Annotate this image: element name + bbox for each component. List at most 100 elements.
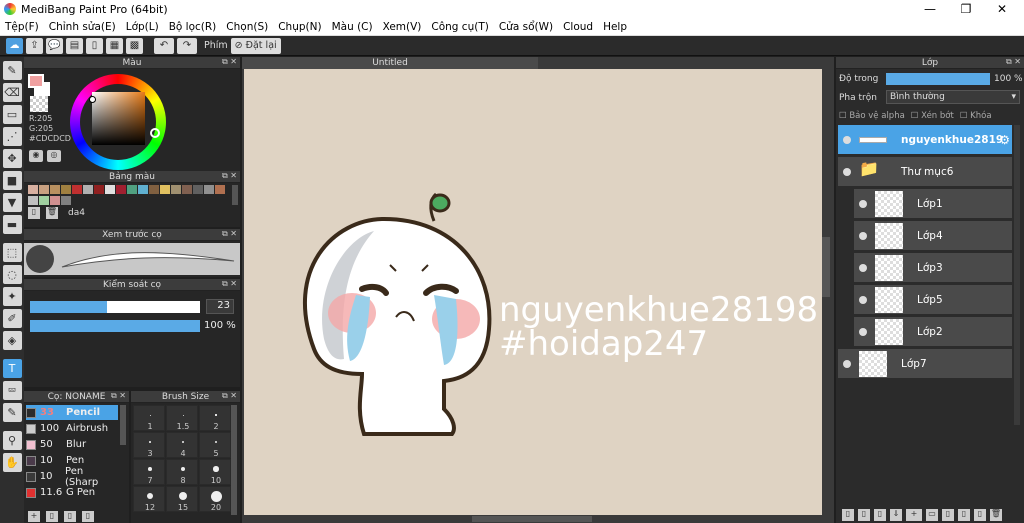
layer-row[interactable]: Lớp3 [854,253,1012,283]
add-layer-menu-icon[interactable]: + [906,509,922,521]
canvas-vertical-scrollbar[interactable] [822,237,830,297]
menu-tools[interactable]: Công cụ(T) [426,21,493,33]
visibility-eye-icon[interactable] [859,327,867,336]
canvas-tab[interactable]: Untitled [242,57,538,69]
visibility-eye-icon[interactable] [843,167,851,176]
size-value-field[interactable]: 23 [206,299,234,314]
palette-swatch[interactable] [149,185,159,194]
panel-controls-icon[interactable]: ⧉ ✕ [222,391,237,401]
hand-tool-icon[interactable]: ✋ [2,453,22,472]
panel-controls-icon[interactable]: ⧉ ✕ [222,57,237,67]
menu-layer[interactable]: Lớp(L) [121,21,164,33]
minimize-button[interactable]: — [912,0,948,18]
brush-list-item[interactable]: 100 Airbrush [26,421,118,436]
transparent-color-swatch[interactable] [30,96,48,112]
lasso-tool-icon[interactable]: ◌ [2,265,22,284]
palette-swatch[interactable] [50,185,60,194]
delete-layer-icon[interactable]: 🗑 [990,509,1002,521]
magic-wand-tool-icon[interactable]: ✦ [2,287,22,306]
tiles-icon[interactable]: ▩ [126,37,143,54]
palette-swatch[interactable] [193,185,203,194]
saturation-value-square[interactable] [92,92,145,145]
share-icon[interactable]: ⇪ [26,37,43,54]
layer-scrollbar[interactable] [1014,125,1020,425]
brush-size-cell[interactable]: 3 [133,432,165,458]
menu-view[interactable]: Xem(V) [378,21,427,33]
folder-icon[interactable]: ▭ [926,509,938,521]
layer-row[interactable]: Lớp7 [838,349,1012,379]
palette-swatch[interactable] [28,185,38,194]
visibility-eye-icon[interactable] [859,231,867,240]
layer-row[interactable]: Lớp2 [854,317,1012,347]
menu-color[interactable]: Màu (C) [327,21,378,33]
hue-picker-handle[interactable] [150,128,160,138]
maximize-button[interactable]: ❐ [948,0,984,18]
page-icon[interactable]: ▯ [86,37,103,54]
color-mode-icon[interactable]: ◎ [47,150,61,162]
brush-copy-icon[interactable]: ▯ [64,511,76,522]
palette-swatch[interactable] [50,196,60,205]
select-tool-icon[interactable]: ⬚ [2,243,22,262]
visibility-eye-icon[interactable] [859,295,867,304]
canvas-horizontal-scrollbar[interactable] [472,516,592,522]
brush-size-cell[interactable]: 8 [166,459,198,485]
clipping-checkbox[interactable]: ☐ Xén bớt [911,111,954,121]
eyedropper-tool-icon[interactable]: ⚲ [2,431,22,450]
brush-tool-icon[interactable]: ✎ [2,61,22,80]
grid-icon[interactable]: ▦ [106,37,123,54]
menu-select[interactable]: Chọn(S) [221,21,273,33]
layer-row[interactable]: nguyenkhue2819 ⚙ [838,125,1012,155]
brush-size-cell[interactable]: 2 [199,405,231,431]
panel-controls-icon[interactable]: ⧉ ✕ [1006,57,1021,67]
palette-swatch[interactable] [204,185,214,194]
menu-help[interactable]: Help [598,21,632,33]
drawing-canvas[interactable]: nguyenkhue28198 #hoidap247 [244,69,822,515]
rectangle-tool-icon[interactable]: ▭ [2,105,22,124]
menu-filter[interactable]: Bộ lọc(R) [164,21,222,33]
move-down-icon[interactable]: ▯ [958,509,970,521]
eraser-tool-icon[interactable]: ⌫ [2,83,22,102]
menu-snap[interactable]: Chụp(N) [273,21,326,33]
palette-swatch[interactable] [61,196,71,205]
palette-swatch[interactable] [127,185,137,194]
redo-button[interactable]: ↷ [177,37,197,54]
message-icon[interactable]: ▤ [66,37,83,54]
visibility-eye-icon[interactable] [843,359,851,368]
close-button[interactable]: ✕ [984,0,1020,18]
menu-file[interactable]: Tệp(F) [0,21,44,33]
size-slider[interactable] [30,301,200,313]
brush-list-item[interactable]: 50 Blur [26,437,118,452]
panel-controls-icon[interactable]: ⧉ ✕ [222,279,237,289]
layer-row[interactable]: 📁 Thư mục6 [838,157,1012,187]
operation-tool-icon[interactable]: ⮹ [2,381,22,400]
layer-row[interactable]: Lớp1 [854,189,1012,219]
layer-settings-icon[interactable]: ▯ [974,509,986,521]
select-pen-tool-icon[interactable]: ✐ [2,309,22,328]
layer-row[interactable]: Lớp5 [854,285,1012,315]
panel-controls-icon[interactable]: ⧉ ✕ [111,391,126,401]
panel-controls-icon[interactable]: ⧉ ✕ [222,229,237,239]
cloud-icon[interactable]: ☁ [6,37,23,54]
brush-size-cell[interactable]: 10 [199,459,231,485]
reset-button[interactable]: ⊘ Đặt lại [230,37,281,54]
palette-swatch[interactable] [182,185,192,194]
size-scrollbar[interactable] [231,405,237,515]
palette-swatch[interactable] [160,185,170,194]
bucket-tool-icon[interactable]: ▼ [2,193,22,212]
divide-tool-icon[interactable]: ✎ [2,403,22,422]
brush-list-item[interactable]: 33 Pencil [26,405,118,420]
brush-size-cell[interactable]: 5 [199,432,231,458]
color-picker-handle[interactable] [89,96,96,103]
move-tool-icon[interactable]: ✥ [2,149,22,168]
menu-edit[interactable]: Chỉnh sửa(E) [44,21,121,33]
brush-list-item[interactable]: 10 Pen (Sharp [26,466,118,488]
comment-icon[interactable]: 💬 [46,37,63,54]
dot-tool-icon[interactable]: ⋰ [2,127,22,146]
gradient-tool-icon[interactable]: ▬ [2,215,22,234]
palette-swatch[interactable] [83,185,93,194]
blend-mode-select[interactable]: Bình thường ▾ [886,90,1020,104]
brush-size-cell[interactable]: 12 [133,486,165,512]
palette-swatch[interactable] [138,185,148,194]
brush-scrollbar[interactable] [120,405,126,445]
layer-row[interactable]: Lớp4 [854,221,1012,251]
